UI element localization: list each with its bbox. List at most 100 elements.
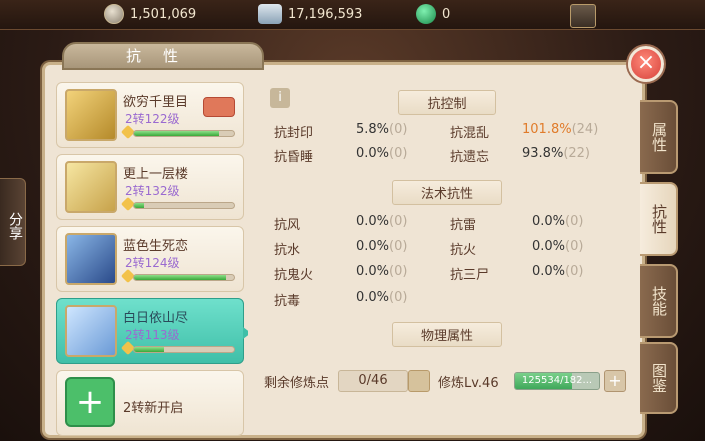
hero-card-3[interactable]: 蓝色生死恋 2转124级	[56, 226, 244, 292]
stat-number: 0.0%	[532, 239, 566, 254]
stat-row: 抗封印	[274, 122, 313, 141]
hero-exp-bar	[133, 346, 235, 353]
stat-number: 5.8%	[356, 122, 390, 137]
stat-extra: (0)	[565, 214, 584, 229]
stat-value: 93.8%(22)	[522, 146, 590, 161]
coin-resource: 1,501,069	[104, 4, 196, 24]
stat-label: 抗封印	[274, 126, 314, 141]
hero-name: 白日依山尽	[123, 311, 189, 326]
stat-value: 0.0%(0)	[532, 239, 583, 254]
silver-resource: 17,196,593	[258, 4, 362, 24]
gift-icon	[570, 4, 596, 28]
stat-row: 抗混乱	[450, 122, 489, 141]
points-value: 0/46	[338, 370, 408, 392]
stat-number: 0.0%	[356, 290, 390, 305]
hero-card-2[interactable]: 更上一层楼 2转132级	[56, 154, 244, 220]
stat-number: 0.0%	[356, 146, 390, 161]
training-level: 修炼Lv.46	[438, 376, 499, 391]
stat-extra: (0)	[565, 264, 584, 279]
resource-bar: 1,501,069 17,196,593 0	[0, 0, 705, 30]
silver-ingot-icon	[258, 4, 282, 24]
stat-number: 101.8%	[522, 122, 572, 137]
stat-label: 抗火	[450, 243, 477, 258]
tab-resistance[interactable]: 抗性	[640, 182, 678, 256]
panel-title: 抗性	[62, 42, 264, 70]
hero-level: 2转132级	[125, 184, 180, 198]
stat-value: 0.0%(0)	[356, 146, 407, 161]
stat-extra: (0)	[389, 239, 408, 254]
section-title: 物理属性	[391, 322, 502, 347]
stat-value: 0.0%(0)	[356, 214, 407, 229]
stat-number: 0.0%	[356, 239, 390, 254]
stat-extra: (0)	[389, 214, 408, 229]
gift-button[interactable]	[570, 4, 596, 28]
stat-value: 0.0%(0)	[532, 214, 583, 229]
jade-icon	[416, 4, 436, 24]
stat-row: 抗火	[450, 239, 476, 258]
hero-card-1[interactable]: 欲穷千里目 2转122级	[56, 82, 244, 148]
stat-label: 抗三尸	[450, 268, 490, 283]
tab-attributes[interactable]: 属性	[640, 100, 678, 174]
hero-exp-bar	[133, 202, 235, 209]
stat-value: 101.8%(24)	[522, 122, 598, 137]
stat-number: 0.0%	[532, 214, 566, 229]
hero-exp-bar	[133, 274, 235, 281]
stat-extra: (22)	[563, 146, 590, 161]
hero-level: 2转122级	[125, 112, 180, 126]
hero-list[interactable]: 欲穷千里目 2转122级 更上一层楼 2转132级 蓝色生死恋 2转124级 白…	[56, 82, 248, 437]
selection-arrow-icon	[243, 327, 248, 339]
stat-row: 抗鬼火	[274, 264, 313, 283]
hero-exp-fill	[134, 347, 164, 352]
hero-avatar	[65, 305, 117, 357]
stat-label: 抗雷	[450, 218, 477, 233]
stat-value: 0.0%(0)	[356, 290, 407, 305]
hero-name: 蓝色生死恋	[123, 239, 189, 254]
hero-card-new[interactable]: + 2转新开启	[56, 370, 244, 436]
stat-row: 抗水	[274, 239, 300, 258]
stat-row: 抗遗忘	[450, 146, 489, 165]
stat-number: 0.0%	[532, 264, 566, 279]
hero-level: 2转113级	[125, 328, 180, 342]
hero-avatar	[65, 161, 117, 213]
stat-value: 0.0%(0)	[356, 264, 407, 279]
plus-icon: +	[65, 377, 115, 427]
stat-label: 抗风	[274, 218, 301, 233]
stat-extra: (0)	[389, 264, 408, 279]
section-physical: 物理属性	[262, 322, 632, 347]
training-row: 剩余修炼点 0/46 修炼Lv.46 125534/182... +	[262, 368, 632, 398]
stat-label: 抗混乱	[450, 126, 490, 141]
stat-label: 抗水	[274, 243, 301, 258]
stat-value: 0.0%(0)	[532, 264, 583, 279]
stat-row: 抗三尸	[450, 264, 489, 283]
hero-level: 2转124级	[125, 256, 180, 270]
stat-row: 抗风	[274, 214, 300, 233]
close-button[interactable]: ×	[628, 46, 664, 82]
stat-label: 抗昏睡	[274, 150, 314, 165]
coin-amount: 1,501,069	[130, 6, 197, 22]
coin-icon	[104, 4, 124, 24]
section-magic: 法术抗性	[262, 180, 632, 205]
stat-extra: (24)	[571, 122, 599, 137]
silver-amount: 17,196,593	[288, 6, 363, 22]
stat-extra: (0)	[389, 290, 408, 305]
tab-skills[interactable]: 技能	[640, 264, 678, 338]
hero-name: 2转新开启	[123, 401, 184, 416]
hero-avatar	[65, 89, 117, 141]
section-control: 抗控制	[262, 90, 632, 115]
stat-label: 抗毒	[274, 294, 301, 309]
training-exp-text: 125534/182...	[521, 375, 593, 386]
points-label: 剩余修炼点	[264, 376, 330, 391]
stat-value: 5.8%(0)	[356, 122, 407, 137]
hero-avatar	[65, 233, 117, 285]
training-exp-bar: 125534/182...	[514, 372, 600, 390]
jade-resource: 0	[416, 4, 450, 24]
stat-row: 抗雷	[450, 214, 476, 233]
stat-label: 抗遗忘	[450, 150, 490, 165]
stat-number: 93.8%	[522, 146, 564, 161]
training-icon[interactable]	[408, 370, 430, 392]
stat-value: 0.0%(0)	[356, 239, 407, 254]
share-tab[interactable]: 分享	[0, 178, 26, 266]
tab-codex[interactable]: 图鉴	[640, 342, 678, 414]
hero-card-4-selected[interactable]: 白日依山尽 2转113级	[56, 298, 248, 364]
add-training-button[interactable]: +	[604, 370, 626, 392]
